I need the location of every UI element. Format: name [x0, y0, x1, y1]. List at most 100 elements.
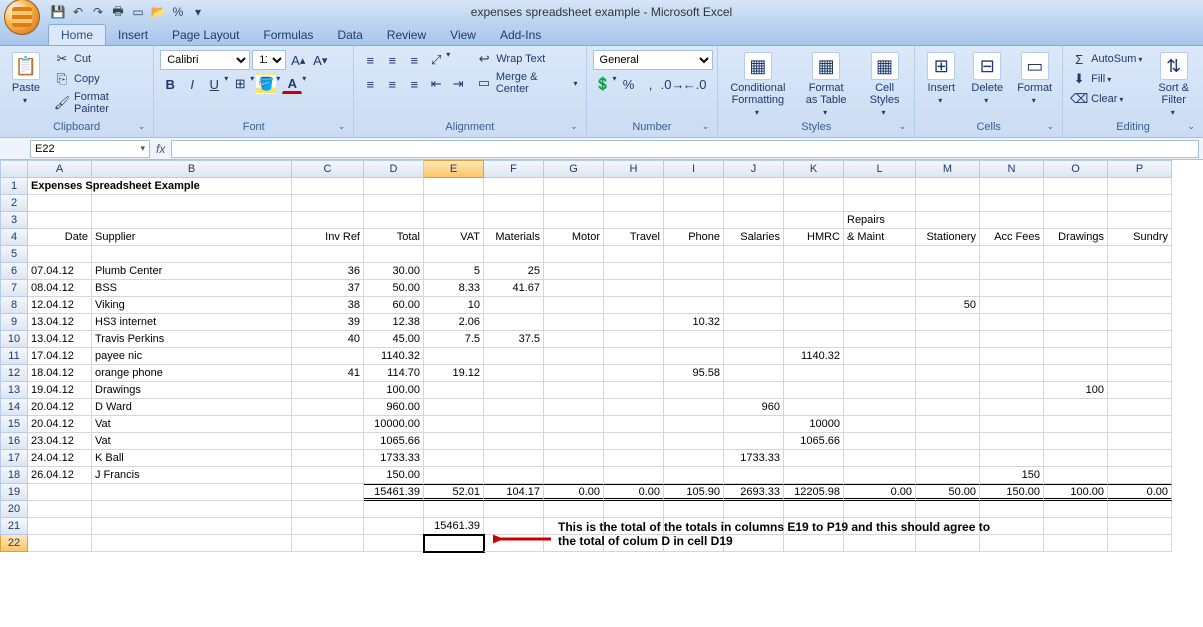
cell-J20[interactable]: [724, 501, 784, 518]
cell-B10[interactable]: Travis Perkins: [92, 331, 292, 348]
cell-K4[interactable]: HMRC: [784, 229, 844, 246]
cell-N11[interactable]: [980, 348, 1044, 365]
cell-A2[interactable]: [28, 195, 92, 212]
row-header-14[interactable]: 14: [0, 399, 28, 416]
cell-B19[interactable]: [92, 484, 292, 501]
cell-J13[interactable]: [724, 382, 784, 399]
cell-N4[interactable]: Acc Fees: [980, 229, 1044, 246]
fill-color-button[interactable]: 🪣: [256, 74, 276, 94]
row-header-21[interactable]: 21: [0, 518, 28, 535]
cell-L19[interactable]: 0.00: [844, 484, 916, 501]
cell-O13[interactable]: 100: [1044, 382, 1108, 399]
cell-J19[interactable]: 2693.33: [724, 484, 784, 501]
cell-N5[interactable]: [980, 246, 1044, 263]
cell-G16[interactable]: [544, 433, 604, 450]
cell-P1[interactable]: [1108, 178, 1172, 195]
cell-H18[interactable]: [604, 467, 664, 484]
cell-F18[interactable]: [484, 467, 544, 484]
cell-I8[interactable]: [664, 297, 724, 314]
format-as-table-button[interactable]: ▦Format as Table▾: [797, 50, 854, 119]
cell-F20[interactable]: [484, 501, 544, 518]
cell-C16[interactable]: [292, 433, 364, 450]
cell-H3[interactable]: [604, 212, 664, 229]
number-format-select[interactable]: General: [593, 50, 713, 70]
col-header-G[interactable]: G: [544, 160, 604, 178]
cell-A8[interactable]: 12.04.12: [28, 297, 92, 314]
cell-C17[interactable]: [292, 450, 364, 467]
cell-O2[interactable]: [1044, 195, 1108, 212]
cell-A15[interactable]: 20.04.12: [28, 416, 92, 433]
cell-J3[interactable]: [724, 212, 784, 229]
cell-M7[interactable]: [916, 280, 980, 297]
cell-F15[interactable]: [484, 416, 544, 433]
delete-cells-button[interactable]: ⊟Delete▾: [967, 50, 1007, 107]
cell-O18[interactable]: [1044, 467, 1108, 484]
cell-F8[interactable]: [484, 297, 544, 314]
copy-button[interactable]: ⎘Copy: [52, 70, 147, 88]
cell-C1[interactable]: [292, 178, 364, 195]
cell-L7[interactable]: [844, 280, 916, 297]
name-box[interactable]: E22: [30, 140, 150, 158]
cell-H12[interactable]: [604, 365, 664, 382]
comma-style-icon[interactable]: ,: [641, 74, 661, 94]
cell-P16[interactable]: [1108, 433, 1172, 450]
cell-D6[interactable]: 30.00: [364, 263, 424, 280]
cell-C7[interactable]: 37: [292, 280, 364, 297]
cell-H5[interactable]: [604, 246, 664, 263]
fill-button[interactable]: ⬇Fill ▾: [1069, 70, 1144, 88]
fx-icon[interactable]: fx: [156, 142, 165, 156]
clear-button[interactable]: ⌫Clear ▾: [1069, 90, 1144, 108]
qat-more-icon[interactable]: ▾: [190, 4, 206, 20]
col-header-M[interactable]: M: [916, 160, 980, 178]
cell-A11[interactable]: 17.04.12: [28, 348, 92, 365]
underline-button[interactable]: U: [204, 74, 224, 94]
cell-J15[interactable]: [724, 416, 784, 433]
cell-J7[interactable]: [724, 280, 784, 297]
cell-K18[interactable]: [784, 467, 844, 484]
cell-E14[interactable]: [424, 399, 484, 416]
cell-F9[interactable]: [484, 314, 544, 331]
cell-M3[interactable]: [916, 212, 980, 229]
cell-L14[interactable]: [844, 399, 916, 416]
cell-G11[interactable]: [544, 348, 604, 365]
redo-icon[interactable]: ↷: [90, 4, 106, 20]
tab-view[interactable]: View: [438, 25, 488, 45]
cell-P5[interactable]: [1108, 246, 1172, 263]
cell-L8[interactable]: [844, 297, 916, 314]
cell-N16[interactable]: [980, 433, 1044, 450]
cell-C9[interactable]: 39: [292, 314, 364, 331]
print-icon[interactable]: 🖶: [110, 4, 126, 20]
cell-N14[interactable]: [980, 399, 1044, 416]
cell-O14[interactable]: [1044, 399, 1108, 416]
cell-O19[interactable]: 100.00: [1044, 484, 1108, 501]
cell-P2[interactable]: [1108, 195, 1172, 212]
cell-C11[interactable]: [292, 348, 364, 365]
cell-C10[interactable]: 40: [292, 331, 364, 348]
cell-J17[interactable]: 1733.33: [724, 450, 784, 467]
cell-H2[interactable]: [604, 195, 664, 212]
cell-N17[interactable]: [980, 450, 1044, 467]
cell-P7[interactable]: [1108, 280, 1172, 297]
cell-J5[interactable]: [724, 246, 784, 263]
cell-N13[interactable]: [980, 382, 1044, 399]
cell-I1[interactable]: [664, 178, 724, 195]
cell-G15[interactable]: [544, 416, 604, 433]
cell-N10[interactable]: [980, 331, 1044, 348]
cell-F12[interactable]: [484, 365, 544, 382]
cell-E11[interactable]: [424, 348, 484, 365]
cell-L4[interactable]: & Maint: [844, 229, 916, 246]
cell-M5[interactable]: [916, 246, 980, 263]
cell-H1[interactable]: [604, 178, 664, 195]
cell-P4[interactable]: Sundry: [1108, 229, 1172, 246]
cell-K7[interactable]: [784, 280, 844, 297]
cell-N2[interactable]: [980, 195, 1044, 212]
cell-N8[interactable]: [980, 297, 1044, 314]
cell-K16[interactable]: 1065.66: [784, 433, 844, 450]
cell-I11[interactable]: [664, 348, 724, 365]
cell-B9[interactable]: HS3 internet: [92, 314, 292, 331]
tab-formulas[interactable]: Formulas: [251, 25, 325, 45]
cell-N12[interactable]: [980, 365, 1044, 382]
row-header-11[interactable]: 11: [0, 348, 28, 365]
cell-M2[interactable]: [916, 195, 980, 212]
increase-indent-icon[interactable]: ⇥: [448, 74, 468, 94]
